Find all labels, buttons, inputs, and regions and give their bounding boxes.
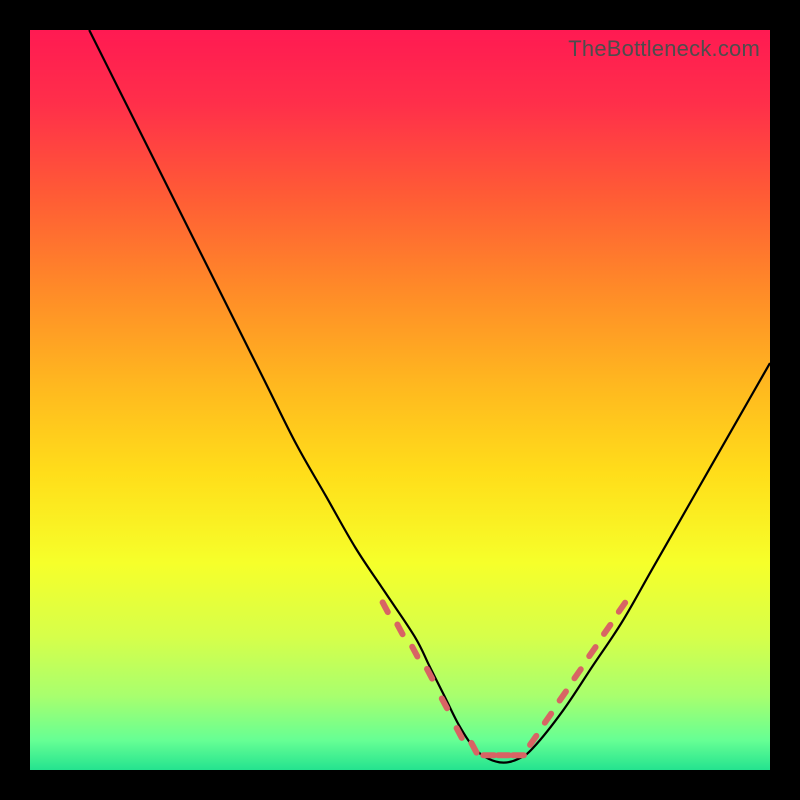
marker-dash	[545, 714, 551, 723]
marker-dash	[530, 736, 536, 745]
marker-dash	[471, 743, 476, 753]
marker-dash	[412, 647, 417, 657]
marker-dash	[560, 691, 566, 700]
bottleneck-curve	[89, 30, 770, 763]
marker-dash	[619, 603, 625, 612]
marker-dash	[397, 625, 402, 635]
watermark-text: TheBottleneck.com	[568, 36, 760, 62]
curve-layer	[30, 30, 770, 770]
marker-dash	[574, 669, 580, 678]
marker-cluster	[383, 602, 626, 755]
marker-dash	[604, 625, 610, 634]
plot-area: TheBottleneck.com	[30, 30, 770, 770]
chart-frame: TheBottleneck.com	[30, 30, 770, 770]
marker-dash	[589, 647, 595, 656]
marker-dash	[383, 602, 388, 612]
